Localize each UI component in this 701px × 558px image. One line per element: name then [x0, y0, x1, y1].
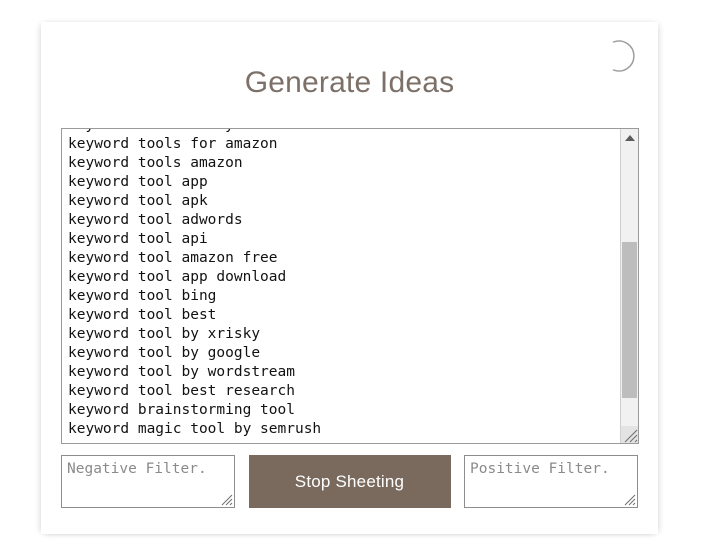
list-item[interactable]: keyword tool adwords — [68, 211, 620, 230]
loading-spinner-icon — [601, 38, 637, 74]
scrollbar-track[interactable] — [621, 146, 638, 426]
results-list-lines: keyword tools for youtube keyword tools … — [68, 129, 620, 439]
list-item[interactable]: keyword magic tool by semrush — [68, 420, 620, 439]
card-header: Generate Ideas — [41, 22, 658, 117]
list-item[interactable]: keyword tools amazon — [68, 154, 620, 173]
list-item[interactable]: keyword tool best research — [68, 382, 620, 401]
scrollbar-thumb[interactable] — [622, 242, 637, 398]
results-list[interactable]: keyword tools for youtube keyword tools … — [61, 128, 639, 444]
list-item[interactable]: keyword tool by xrisky — [68, 325, 620, 344]
list-item[interactable]: keyword tool apk — [68, 192, 620, 211]
list-item[interactable]: keyword tool bing — [68, 287, 620, 306]
list-item[interactable]: keyword tool amazon free — [68, 249, 620, 268]
list-item[interactable]: keyword tool best — [68, 306, 620, 325]
list-item[interactable]: keyword tools for amazon — [68, 135, 620, 154]
positive-filter-placeholder: Positive Filter. — [470, 461, 610, 477]
page-title: Generate Ideas — [244, 66, 455, 99]
list-item[interactable]: keyword brainstorming tool — [68, 401, 620, 420]
stop-sheeting-button[interactable]: Stop Sheeting — [248, 455, 451, 508]
textarea-resize-grip-icon[interactable] — [622, 492, 636, 506]
results-list-scrollbar[interactable] — [620, 129, 638, 443]
generate-ideas-card: Generate Ideas keyword tools for youtube… — [41, 22, 658, 534]
textarea-resize-grip-icon[interactable] — [219, 492, 233, 506]
resize-grip-icon[interactable] — [621, 426, 638, 443]
app-root: Generate Ideas keyword tools for youtube… — [0, 0, 701, 558]
negative-filter-input[interactable]: Negative Filter. — [61, 455, 235, 508]
filter-controls: Negative Filter. Stop Sheeting Positive … — [61, 455, 638, 513]
list-item[interactable]: keyword tool app download — [68, 268, 620, 287]
results-list-viewport: keyword tools for youtube keyword tools … — [62, 129, 620, 443]
list-item[interactable]: keyword tool by wordstream — [68, 363, 620, 382]
negative-filter-placeholder: Negative Filter. — [67, 461, 207, 477]
list-item[interactable]: keyword tool api — [68, 230, 620, 249]
list-item[interactable]: keyword tool app — [68, 173, 620, 192]
list-item[interactable]: keyword tool by google — [68, 344, 620, 363]
positive-filter-input[interactable]: Positive Filter. — [464, 455, 638, 508]
scroll-up-arrow-icon[interactable] — [621, 129, 638, 146]
